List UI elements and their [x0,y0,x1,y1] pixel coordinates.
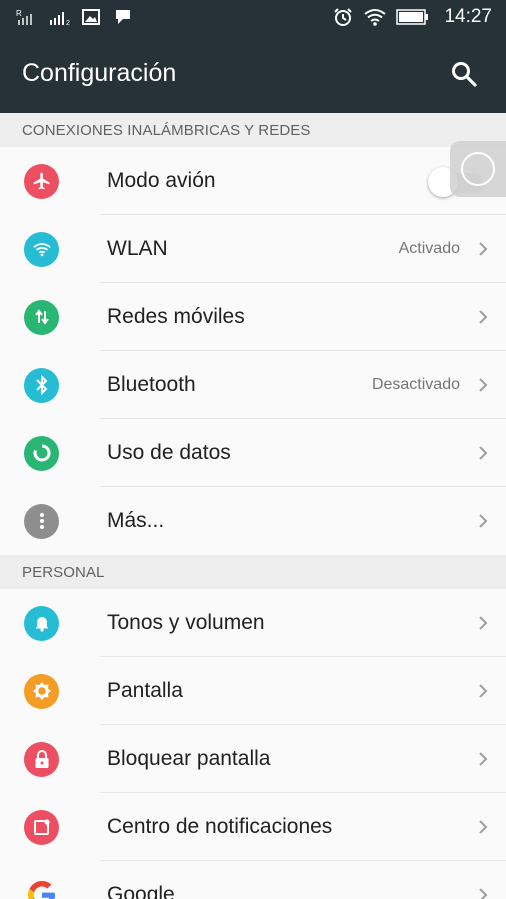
google-icon [24,878,59,899]
status-bar: R 2 14:27 [0,0,506,34]
page-title: Configuración [22,59,177,87]
settings-item-lock-screen[interactable]: Bloquear pantalla [0,725,506,793]
assistive-ring-icon [461,152,495,186]
personal-settings-list: Tonos y volumen Pantalla Bloquear pantal… [0,589,506,899]
chevron-right-icon [460,751,506,767]
settings-item-display[interactable]: Pantalla [0,657,506,725]
search-button[interactable] [444,54,484,94]
chevron-right-icon [460,615,506,631]
chevron-right-icon [460,377,506,393]
chevron-right-icon [460,683,506,699]
bluetooth-status: Desactivado [371,376,460,393]
svg-text:R: R [16,9,22,18]
chevron-right-icon [460,445,506,461]
brightness-icon [24,673,59,709]
settings-item-bluetooth[interactable]: Bluetooth Desactivado [0,351,506,419]
alarm-icon [332,8,354,26]
mobile-data-icon [24,299,59,335]
settings-item-label: Modo avión [107,169,216,192]
settings-item-notification-center[interactable]: Centro de notificaciones [0,793,506,861]
settings-item-label: Tonos y volumen [107,611,265,634]
battery-icon [396,8,430,26]
settings-item-label: Bluetooth [107,373,196,396]
settings-item-label: Pantalla [107,679,183,702]
clock: 14:27 [444,6,492,27]
chevron-right-icon [460,309,506,325]
settings-item-label: Uso de datos [107,441,231,464]
svg-text:2: 2 [66,20,70,26]
chevron-right-icon [460,241,506,257]
settings-item-sounds[interactable]: Tonos y volumen [0,589,506,657]
wifi-icon [24,231,59,267]
chevron-right-icon [460,513,506,529]
section-header-personal: PERSONAL [0,555,506,589]
settings-item-mobile-networks[interactable]: Redes móviles [0,283,506,351]
wifi-icon [364,8,387,26]
settings-item-label: Google [107,883,175,899]
settings-item-wlan[interactable]: WLAN Activado [0,215,506,283]
airplane-icon [24,163,59,199]
message-notification-icon [112,8,134,26]
bell-icon [24,605,59,641]
settings-item-label: Más... [107,509,165,532]
bluetooth-icon [24,367,59,403]
settings-item-more[interactable]: Más... [0,487,506,555]
wlan-status: Activado [398,240,460,257]
data-usage-icon [24,435,59,471]
signal-r-icon: R [16,8,38,26]
chevron-right-icon [460,819,506,835]
settings-item-label: WLAN [107,237,168,260]
image-notification-icon [80,8,102,26]
settings-item-google[interactable]: Google [0,861,506,899]
search-icon [452,61,477,87]
lock-icon [24,741,59,777]
signal-2-icon: 2 [48,8,70,26]
chevron-right-icon [460,887,506,899]
notification-center-icon [24,809,59,845]
floating-assistive-button[interactable] [450,141,506,197]
app-bar: Configuración [0,34,506,113]
settings-item-label: Bloquear pantalla [107,747,271,770]
settings-item-label: Redes móviles [107,305,245,328]
settings-item-label: Centro de notificaciones [107,815,333,838]
more-icon [24,503,59,539]
settings-item-data-usage[interactable]: Uso de datos [0,419,506,487]
section-header-wireless: CONEXIONES INALÁMBRICAS Y REDES [0,113,506,147]
wireless-settings-list: Modo avión WLAN Activado Redes móviles B… [0,147,506,555]
settings-item-airplane-mode[interactable]: Modo avión [0,147,506,215]
